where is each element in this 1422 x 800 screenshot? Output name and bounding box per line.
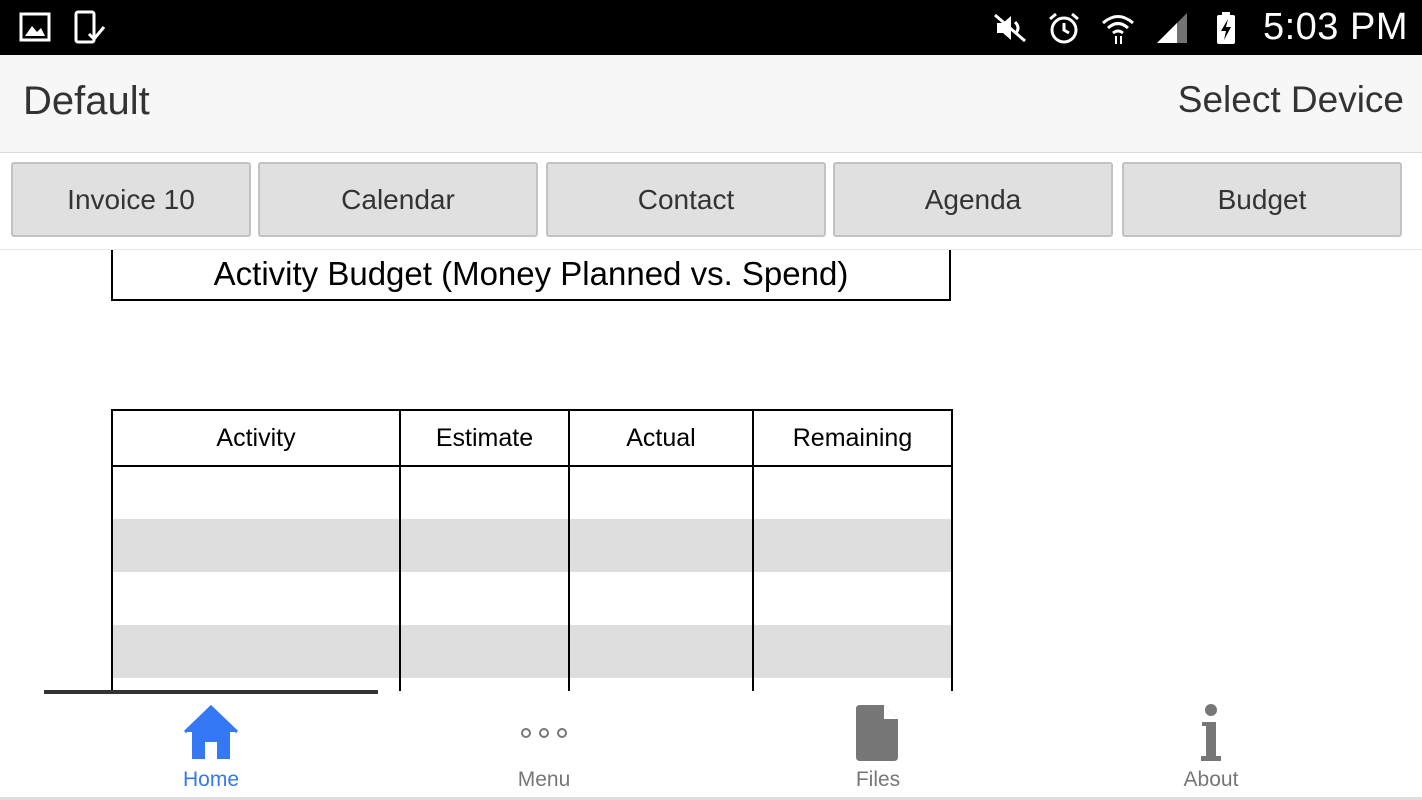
nav-home[interactable]: Home xyxy=(111,694,311,794)
wifi-icon xyxy=(1101,11,1135,45)
tab-invoice-10[interactable]: Invoice 10 xyxy=(11,162,251,237)
table-cell[interactable] xyxy=(752,572,953,625)
table-row[interactable] xyxy=(111,572,953,625)
table-row[interactable] xyxy=(111,466,953,519)
tab-budget[interactable]: Budget xyxy=(1122,162,1402,237)
column-header-remaining: Remaining xyxy=(752,409,953,467)
table-cell[interactable] xyxy=(399,625,570,678)
table-cell[interactable] xyxy=(752,519,953,572)
tabs-row: Invoice 10 Calendar Contact Agenda Budge… xyxy=(0,153,1422,250)
device-check-icon xyxy=(72,10,106,44)
gallery-icon xyxy=(18,10,52,44)
status-bar: 5:03 PM xyxy=(0,0,1422,55)
column-header-activity: Activity xyxy=(111,409,401,467)
table-cell[interactable] xyxy=(568,466,754,519)
nav-menu[interactable]: Menu xyxy=(444,694,644,794)
table-cell[interactable] xyxy=(399,678,570,691)
page-title: Default xyxy=(23,79,150,123)
table-cell[interactable] xyxy=(752,625,953,678)
nav-home-label: Home xyxy=(182,768,240,791)
table-cell[interactable] xyxy=(568,572,754,625)
tab-contact[interactable]: Contact xyxy=(546,162,826,237)
status-time: 5:03 PM xyxy=(1262,6,1408,48)
nav-menu-label: Menu xyxy=(517,768,571,791)
table-row[interactable] xyxy=(111,625,953,678)
table-cell[interactable] xyxy=(111,519,401,572)
nav-files-label: Files xyxy=(855,768,901,791)
nav-about[interactable]: About xyxy=(1111,694,1311,794)
signal-icon xyxy=(1155,11,1189,45)
table-header-row: Activity Estimate Actual Remaining xyxy=(111,409,953,467)
table-cell[interactable] xyxy=(111,466,401,519)
select-device-button[interactable]: Select Device xyxy=(1178,79,1404,121)
status-right-icons: 5:03 PM xyxy=(993,6,1408,49)
table-row[interactable] xyxy=(111,519,953,572)
table-cell[interactable] xyxy=(111,572,401,625)
table-cell[interactable] xyxy=(568,678,754,691)
table-cell[interactable] xyxy=(752,678,953,691)
table-cell[interactable] xyxy=(568,625,754,678)
tab-calendar[interactable]: Calendar xyxy=(258,162,538,237)
home-icon xyxy=(182,702,240,764)
info-icon xyxy=(1182,702,1240,764)
column-header-actual: Actual xyxy=(568,409,754,467)
budget-content[interactable]: Activity Budget (Money Planned vs. Spend… xyxy=(0,250,1422,691)
table-cell[interactable] xyxy=(752,466,953,519)
app-bar: Default Select Device xyxy=(0,55,1422,153)
nav-files[interactable]: Files xyxy=(778,694,978,794)
column-header-estimate: Estimate xyxy=(399,409,570,467)
budget-table: Activity Estimate Actual Remaining xyxy=(111,409,953,691)
table-cell[interactable] xyxy=(399,519,570,572)
table-cell[interactable] xyxy=(111,625,401,678)
budget-title: Activity Budget (Money Planned vs. Spend… xyxy=(111,250,951,301)
more-dots-icon xyxy=(515,702,573,764)
nav-about-label: About xyxy=(1183,768,1239,791)
table-cell[interactable] xyxy=(399,572,570,625)
tab-agenda[interactable]: Agenda xyxy=(833,162,1113,237)
table-cell[interactable] xyxy=(399,466,570,519)
bottom-nav: Home Menu Files About xyxy=(0,694,1422,800)
table-cell[interactable] xyxy=(568,519,754,572)
file-icon xyxy=(849,702,907,764)
alarm-icon xyxy=(1047,11,1081,45)
status-left-icons xyxy=(18,10,106,44)
mute-icon xyxy=(993,11,1027,45)
battery-charging-icon xyxy=(1209,11,1243,45)
